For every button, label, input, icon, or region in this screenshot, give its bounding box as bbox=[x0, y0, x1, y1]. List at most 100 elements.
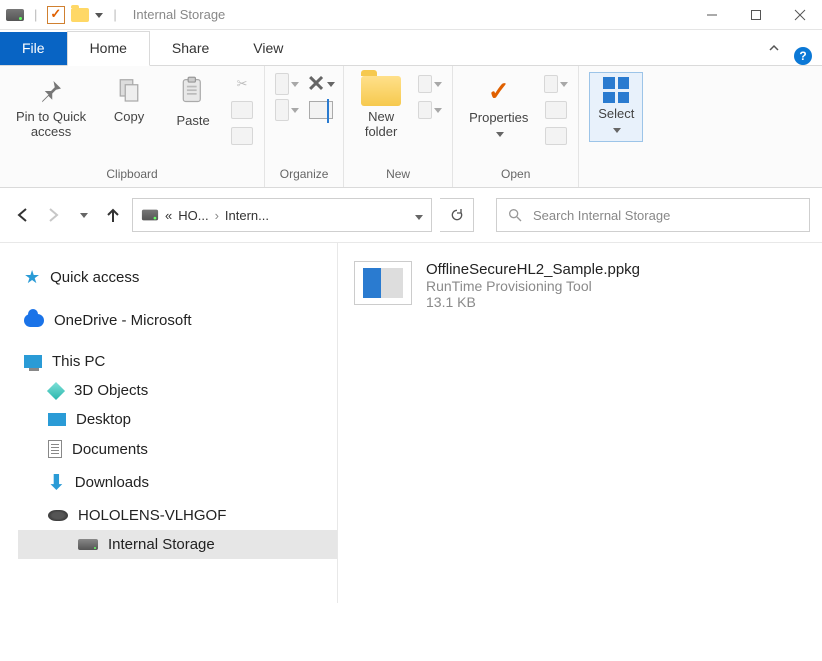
download-icon: ⬇ bbox=[48, 470, 65, 495]
properties-qat-icon[interactable] bbox=[47, 6, 65, 24]
nav-3d-objects[interactable]: 3D Objects bbox=[18, 376, 337, 405]
copy-button[interactable]: Copy bbox=[102, 72, 156, 129]
search-icon bbox=[507, 207, 523, 223]
collapse-ribbon-button[interactable] bbox=[758, 34, 790, 65]
file-item[interactable]: OfflineSecureHL2_Sample.ppkg RunTime Pro… bbox=[354, 261, 806, 310]
pin-icon bbox=[36, 76, 66, 106]
nav-label: HOLOLENS-VLHGOF bbox=[78, 507, 226, 524]
copy-icon bbox=[114, 76, 144, 106]
separator: | bbox=[113, 7, 116, 22]
star-icon: ★ bbox=[24, 267, 40, 288]
properties-button[interactable]: ✓ Properties bbox=[463, 72, 534, 145]
address-bar[interactable]: « HO... › Intern... bbox=[132, 198, 432, 232]
tab-home[interactable]: Home bbox=[67, 31, 150, 66]
qat-dropdown-icon[interactable] bbox=[95, 13, 103, 18]
nav-documents[interactable]: Documents bbox=[18, 434, 337, 464]
search-placeholder: Search Internal Storage bbox=[533, 208, 670, 223]
nav-downloads[interactable]: ⬇ Downloads bbox=[18, 464, 337, 501]
address-dropdown-button[interactable] bbox=[413, 208, 423, 223]
minimize-button[interactable] bbox=[690, 0, 734, 30]
history-button[interactable] bbox=[544, 126, 568, 146]
group-label-clipboard: Clipboard bbox=[106, 165, 157, 185]
file-name: OfflineSecureHL2_Sample.ppkg bbox=[426, 261, 640, 278]
tab-share[interactable]: Share bbox=[150, 32, 231, 65]
group-label-select bbox=[615, 165, 618, 185]
document-icon bbox=[48, 440, 62, 458]
group-label-organize: Organize bbox=[280, 165, 329, 185]
file-list: OfflineSecureHL2_Sample.ppkg RunTime Pro… bbox=[338, 243, 822, 603]
help-button[interactable]: ? bbox=[794, 47, 812, 65]
file-type: RunTime Provisioning Tool bbox=[426, 278, 640, 294]
move-to-button[interactable] bbox=[275, 74, 299, 94]
rename-button[interactable] bbox=[309, 100, 333, 120]
nav-label: Documents bbox=[72, 441, 148, 458]
edit-button[interactable] bbox=[544, 100, 568, 120]
nav-label: Downloads bbox=[75, 474, 149, 491]
nav-label: Quick access bbox=[50, 269, 139, 286]
chevron-right-icon[interactable]: › bbox=[215, 208, 219, 223]
ribbon-body: Pin to Quick access Copy Paste ✂ Clipboa… bbox=[0, 66, 822, 188]
nav-label: 3D Objects bbox=[74, 382, 148, 399]
nav-internal-storage[interactable]: Internal Storage bbox=[18, 530, 337, 559]
select-label: Select bbox=[598, 107, 634, 137]
paste-shortcut-icon[interactable] bbox=[230, 126, 254, 146]
refresh-button[interactable] bbox=[440, 198, 474, 232]
paste-label: Paste bbox=[176, 114, 209, 129]
ribbon-group-select: Select bbox=[579, 66, 653, 187]
breadcrumb-1[interactable]: HO... bbox=[178, 208, 208, 223]
breadcrumb-2[interactable]: Intern... bbox=[225, 208, 269, 223]
file-size: 13.1 KB bbox=[426, 294, 640, 310]
nav-label: This PC bbox=[52, 353, 105, 370]
forward-button[interactable] bbox=[42, 204, 64, 226]
nav-onedrive[interactable]: OneDrive - Microsoft bbox=[18, 306, 337, 335]
new-folder-label: New folder bbox=[365, 110, 398, 140]
pin-to-quick-access-button[interactable]: Pin to Quick access bbox=[10, 72, 92, 144]
cloud-icon bbox=[24, 314, 44, 327]
paste-icon bbox=[178, 76, 208, 110]
file-thumbnail-icon bbox=[354, 261, 412, 305]
properties-label: Properties bbox=[469, 111, 528, 141]
nav-label: OneDrive - Microsoft bbox=[54, 312, 192, 329]
easy-access-button[interactable] bbox=[418, 100, 442, 120]
cut-icon[interactable]: ✂ bbox=[230, 74, 254, 94]
tab-file[interactable]: File bbox=[0, 32, 67, 65]
tab-view[interactable]: View bbox=[231, 32, 305, 65]
copy-label: Copy bbox=[114, 110, 144, 125]
copy-to-button[interactable] bbox=[275, 100, 299, 120]
up-button[interactable] bbox=[102, 204, 124, 226]
select-button[interactable]: Select bbox=[589, 72, 643, 142]
ribbon-group-open: ✓ Properties Open bbox=[453, 66, 579, 187]
delete-button[interactable]: ✕ bbox=[309, 74, 333, 94]
ribbon-group-new: New folder New bbox=[344, 66, 453, 187]
nav-quick-access[interactable]: ★ Quick access bbox=[18, 261, 337, 294]
monitor-icon bbox=[24, 355, 42, 368]
drive-icon bbox=[78, 539, 98, 550]
folder-icon bbox=[361, 76, 401, 106]
nav-hololens[interactable]: HOLOLENS-VLHGOF bbox=[18, 501, 337, 530]
title-bar: | | Internal Storage bbox=[0, 0, 822, 30]
nav-desktop[interactable]: Desktop bbox=[18, 405, 337, 434]
copy-path-icon[interactable] bbox=[230, 100, 254, 120]
hololens-icon bbox=[48, 510, 68, 521]
back-button[interactable] bbox=[12, 204, 34, 226]
content-split: ★ Quick access OneDrive - Microsoft This… bbox=[0, 243, 822, 603]
new-folder-button[interactable]: New folder bbox=[354, 72, 408, 144]
maximize-button[interactable] bbox=[734, 0, 778, 30]
open-button[interactable] bbox=[544, 74, 568, 94]
close-button[interactable] bbox=[778, 0, 822, 30]
nav-bar: « HO... › Intern... Search Internal Stor… bbox=[0, 188, 822, 243]
window-title: Internal Storage bbox=[133, 7, 226, 22]
address-prefix: « bbox=[165, 208, 172, 223]
nav-this-pc[interactable]: This PC bbox=[18, 347, 337, 376]
new-item-button[interactable] bbox=[418, 74, 442, 94]
paste-button[interactable]: Paste bbox=[166, 72, 220, 133]
group-label-open: Open bbox=[501, 165, 530, 185]
recent-locations-button[interactable] bbox=[72, 204, 94, 226]
pin-label: Pin to Quick access bbox=[16, 110, 86, 140]
folder-qat-icon[interactable] bbox=[71, 8, 89, 22]
navigation-pane: ★ Quick access OneDrive - Microsoft This… bbox=[0, 243, 338, 603]
search-box[interactable]: Search Internal Storage bbox=[496, 198, 810, 232]
ribbon-group-clipboard: Pin to Quick access Copy Paste ✂ Clipboa… bbox=[0, 66, 265, 187]
ribbon-group-organize: ✕ Organize bbox=[265, 66, 344, 187]
ribbon-tabs: File Home Share View ? bbox=[0, 30, 822, 66]
